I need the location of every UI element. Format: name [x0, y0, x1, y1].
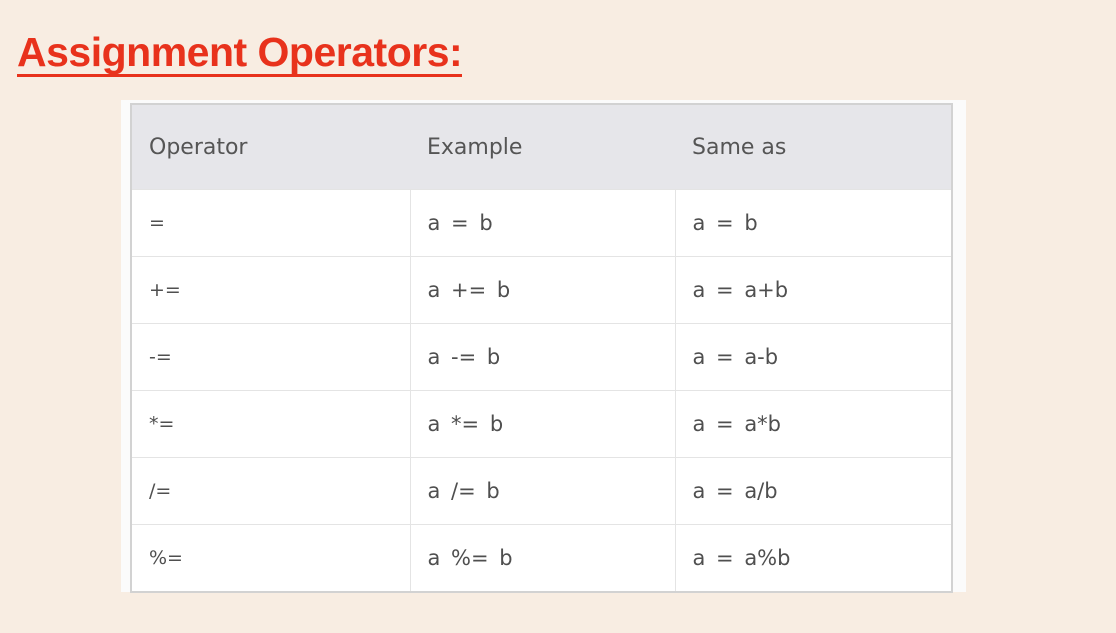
operator-cell: +=: [131, 256, 410, 324]
operator-cell: -=: [131, 323, 410, 391]
table-row: += a += b a = a+b: [131, 256, 952, 324]
header-operator: Operator: [131, 104, 410, 190]
header-example: Example: [410, 104, 675, 190]
example-cell: a %= b: [409, 524, 675, 592]
operator-cell: %=: [131, 524, 410, 592]
slide-title-text: Assignment Operators:: [17, 29, 463, 75]
example-cell: a = b: [409, 189, 675, 257]
same-as-cell: a = a/b: [674, 457, 952, 525]
slide-title: Assignment Operators:: [17, 22, 463, 82]
table-row: %= a %= b a = a%b: [131, 524, 952, 592]
table-header-row: Operator Example Same as: [131, 104, 952, 190]
table-row: = a = b a = b: [131, 189, 952, 257]
table-row: *= a *= b a = a*b: [131, 390, 952, 458]
same-as-cell: a = a-b: [674, 323, 952, 391]
example-cell: a *= b: [409, 390, 675, 458]
operator-cell: /=: [131, 457, 410, 525]
operator-cell: *=: [131, 390, 410, 458]
example-cell: a /= b: [409, 457, 675, 525]
table-row: /= a /= b a = a/b: [131, 457, 952, 525]
same-as-cell: a = a*b: [674, 390, 952, 458]
same-as-cell: a = b: [674, 189, 952, 257]
example-cell: a -= b: [409, 323, 675, 391]
same-as-cell: a = a%b: [674, 524, 952, 592]
header-same-as: Same as: [675, 104, 952, 190]
table-row: -= a -= b a = a-b: [131, 323, 952, 391]
operators-table: Operator Example Same as = a = b a = b +…: [130, 103, 953, 593]
operator-cell: =: [131, 189, 410, 257]
same-as-cell: a = a+b: [674, 256, 952, 324]
table-frame: Operator Example Same as = a = b a = b +…: [121, 100, 966, 593]
title-underline: [17, 74, 463, 77]
example-cell: a += b: [409, 256, 675, 324]
